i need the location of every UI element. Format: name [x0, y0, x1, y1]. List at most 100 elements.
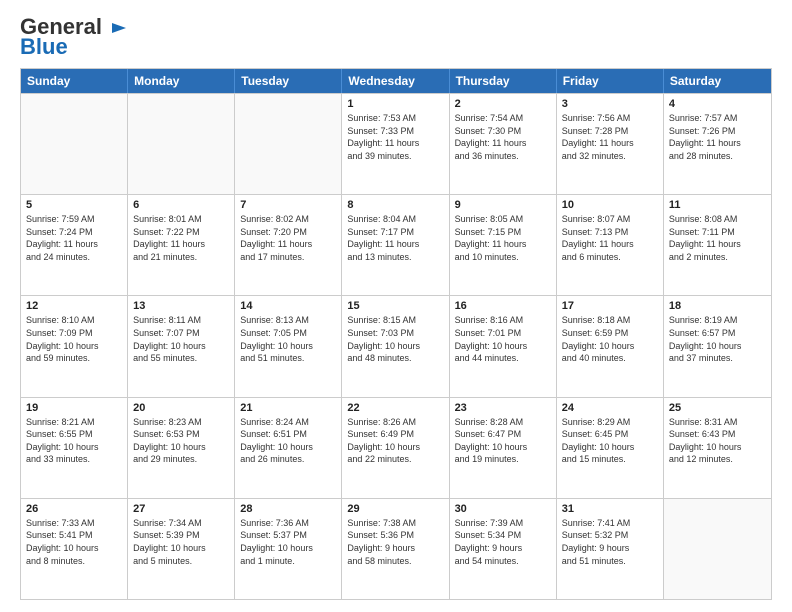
day-number: 28	[240, 503, 336, 515]
calendar-cell: 19 Sunrise: 8:21 AM Sunset: 6:55 PM Dayli…	[21, 398, 128, 498]
day-number: 13	[133, 300, 229, 312]
day-info: Sunrise: 8:24 AM Sunset: 6:51 PM Dayligh…	[240, 416, 336, 466]
day-number: 22	[347, 402, 443, 414]
day-info: Sunrise: 8:10 AM Sunset: 7:09 PM Dayligh…	[26, 314, 122, 364]
day-info: Sunrise: 7:34 AM Sunset: 5:39 PM Dayligh…	[133, 517, 229, 567]
day-number: 19	[26, 402, 122, 414]
logo-flag-icon	[110, 21, 128, 35]
calendar-cell: 30 Sunrise: 7:39 AM Sunset: 5:34 PM Dayli…	[450, 499, 557, 599]
day-info: Sunrise: 7:33 AM Sunset: 5:41 PM Dayligh…	[26, 517, 122, 567]
day-number: 18	[669, 300, 766, 312]
day-number: 24	[562, 402, 658, 414]
day-info: Sunrise: 8:26 AM Sunset: 6:49 PM Dayligh…	[347, 416, 443, 466]
day-number: 20	[133, 402, 229, 414]
header-cell-saturday: Saturday	[664, 69, 771, 93]
calendar-cell: 14Sunrise: 8:13 AM Sunset: 7:05 PM Dayli…	[235, 296, 342, 396]
calendar-cell: 21 Sunrise: 8:24 AM Sunset: 6:51 PM Dayli…	[235, 398, 342, 498]
calendar-cell: 12Sunrise: 8:10 AM Sunset: 7:09 PM Dayli…	[21, 296, 128, 396]
calendar-cell: 18 Sunrise: 8:19 AM Sunset: 6:57 PM Dayli…	[664, 296, 771, 396]
calendar-cell: 15Sunrise: 8:15 AM Sunset: 7:03 PM Dayli…	[342, 296, 449, 396]
calendar-cell	[128, 94, 235, 194]
day-info: Sunrise: 8:11 AM Sunset: 7:07 PM Dayligh…	[133, 314, 229, 364]
calendar-cell	[664, 499, 771, 599]
day-info: Sunrise: 7:39 AM Sunset: 5:34 PM Dayligh…	[455, 517, 551, 567]
day-number: 3	[562, 98, 658, 110]
day-info: Sunrise: 7:36 AM Sunset: 5:37 PM Dayligh…	[240, 517, 336, 567]
day-number: 6	[133, 199, 229, 211]
day-number: 7	[240, 199, 336, 211]
calendar-cell: 4 Sunrise: 7:57 AM Sunset: 7:26 PM Daylig…	[664, 94, 771, 194]
calendar-cell	[21, 94, 128, 194]
calendar-cell: 5 Sunrise: 7:59 AM Sunset: 7:24 PM Daylig…	[21, 195, 128, 295]
calendar-row-3: 12Sunrise: 8:10 AM Sunset: 7:09 PM Dayli…	[21, 295, 771, 396]
day-info: Sunrise: 7:57 AM Sunset: 7:26 PM Dayligh…	[669, 112, 766, 162]
day-number: 9	[455, 199, 551, 211]
calendar-cell: 20 Sunrise: 8:23 AM Sunset: 6:53 PM Dayli…	[128, 398, 235, 498]
calendar-cell: 31 Sunrise: 7:41 AM Sunset: 5:32 PM Dayli…	[557, 499, 664, 599]
calendar-cell	[235, 94, 342, 194]
header-cell-sunday: Sunday	[21, 69, 128, 93]
header-cell-friday: Friday	[557, 69, 664, 93]
day-info: Sunrise: 8:31 AM Sunset: 6:43 PM Dayligh…	[669, 416, 766, 466]
day-number: 26	[26, 503, 122, 515]
calendar-cell: 11 Sunrise: 8:08 AM Sunset: 7:11 PM Dayli…	[664, 195, 771, 295]
calendar-cell: 23 Sunrise: 8:28 AM Sunset: 6:47 PM Dayli…	[450, 398, 557, 498]
calendar-cell: 10 Sunrise: 8:07 AM Sunset: 7:13 PM Dayli…	[557, 195, 664, 295]
day-number: 1	[347, 98, 443, 110]
day-number: 21	[240, 402, 336, 414]
day-info: Sunrise: 7:53 AM Sunset: 7:33 PM Dayligh…	[347, 112, 443, 162]
header-cell-wednesday: Wednesday	[342, 69, 449, 93]
calendar-header: SundayMondayTuesdayWednesdayThursdayFrid…	[21, 69, 771, 93]
header-cell-tuesday: Tuesday	[235, 69, 342, 93]
day-info: Sunrise: 7:59 AM Sunset: 7:24 PM Dayligh…	[26, 213, 122, 263]
day-info: Sunrise: 8:28 AM Sunset: 6:47 PM Dayligh…	[455, 416, 551, 466]
calendar-row-1: 1 Sunrise: 7:53 AM Sunset: 7:33 PM Daylig…	[21, 93, 771, 194]
calendar-cell: 16Sunrise: 8:16 AM Sunset: 7:01 PM Dayli…	[450, 296, 557, 396]
calendar-cell: 1 Sunrise: 7:53 AM Sunset: 7:33 PM Daylig…	[342, 94, 449, 194]
day-number: 17	[562, 300, 658, 312]
header-cell-thursday: Thursday	[450, 69, 557, 93]
day-number: 5	[26, 199, 122, 211]
day-info: Sunrise: 8:23 AM Sunset: 6:53 PM Dayligh…	[133, 416, 229, 466]
calendar-row-5: 26 Sunrise: 7:33 AM Sunset: 5:41 PM Dayli…	[21, 498, 771, 599]
day-number: 10	[562, 199, 658, 211]
calendar-cell: 26 Sunrise: 7:33 AM Sunset: 5:41 PM Dayli…	[21, 499, 128, 599]
day-info: Sunrise: 8:07 AM Sunset: 7:13 PM Dayligh…	[562, 213, 658, 263]
calendar-cell: 25 Sunrise: 8:31 AM Sunset: 6:43 PM Dayli…	[664, 398, 771, 498]
day-info: Sunrise: 8:15 AM Sunset: 7:03 PM Dayligh…	[347, 314, 443, 364]
day-info: Sunrise: 8:21 AM Sunset: 6:55 PM Dayligh…	[26, 416, 122, 466]
day-info: Sunrise: 8:05 AM Sunset: 7:15 PM Dayligh…	[455, 213, 551, 263]
day-number: 31	[562, 503, 658, 515]
calendar-cell: 22 Sunrise: 8:26 AM Sunset: 6:49 PM Dayli…	[342, 398, 449, 498]
day-number: 29	[347, 503, 443, 515]
header: General Blue	[20, 16, 772, 58]
page: General Blue SundayMondayTuesdayWednesda…	[0, 0, 792, 612]
calendar-cell: 24Sunrise: 8:29 AM Sunset: 6:45 PM Dayli…	[557, 398, 664, 498]
header-cell-monday: Monday	[128, 69, 235, 93]
day-info: Sunrise: 8:02 AM Sunset: 7:20 PM Dayligh…	[240, 213, 336, 263]
calendar-row-4: 19 Sunrise: 8:21 AM Sunset: 6:55 PM Dayli…	[21, 397, 771, 498]
day-number: 30	[455, 503, 551, 515]
calendar-cell: 17Sunrise: 8:18 AM Sunset: 6:59 PM Dayli…	[557, 296, 664, 396]
day-info: Sunrise: 8:04 AM Sunset: 7:17 PM Dayligh…	[347, 213, 443, 263]
day-number: 23	[455, 402, 551, 414]
calendar-cell: 27 Sunrise: 7:34 AM Sunset: 5:39 PM Dayli…	[128, 499, 235, 599]
day-number: 11	[669, 199, 766, 211]
day-number: 27	[133, 503, 229, 515]
calendar-cell: 29Sunrise: 7:38 AM Sunset: 5:36 PM Dayli…	[342, 499, 449, 599]
calendar-row-2: 5 Sunrise: 7:59 AM Sunset: 7:24 PM Daylig…	[21, 194, 771, 295]
day-info: Sunrise: 7:41 AM Sunset: 5:32 PM Dayligh…	[562, 517, 658, 567]
day-number: 8	[347, 199, 443, 211]
day-number: 25	[669, 402, 766, 414]
calendar-cell: 28 Sunrise: 7:36 AM Sunset: 5:37 PM Dayli…	[235, 499, 342, 599]
day-info: Sunrise: 8:01 AM Sunset: 7:22 PM Dayligh…	[133, 213, 229, 263]
day-info: Sunrise: 8:13 AM Sunset: 7:05 PM Dayligh…	[240, 314, 336, 364]
day-info: Sunrise: 8:19 AM Sunset: 6:57 PM Dayligh…	[669, 314, 766, 364]
day-info: Sunrise: 8:08 AM Sunset: 7:11 PM Dayligh…	[669, 213, 766, 263]
day-info: Sunrise: 7:56 AM Sunset: 7:28 PM Dayligh…	[562, 112, 658, 162]
calendar-cell: 2Sunrise: 7:54 AM Sunset: 7:30 PM Daylig…	[450, 94, 557, 194]
calendar-cell: 13 Sunrise: 8:11 AM Sunset: 7:07 PM Dayli…	[128, 296, 235, 396]
calendar-cell: 6 Sunrise: 8:01 AM Sunset: 7:22 PM Daylig…	[128, 195, 235, 295]
day-info: Sunrise: 8:16 AM Sunset: 7:01 PM Dayligh…	[455, 314, 551, 364]
day-number: 4	[669, 98, 766, 110]
